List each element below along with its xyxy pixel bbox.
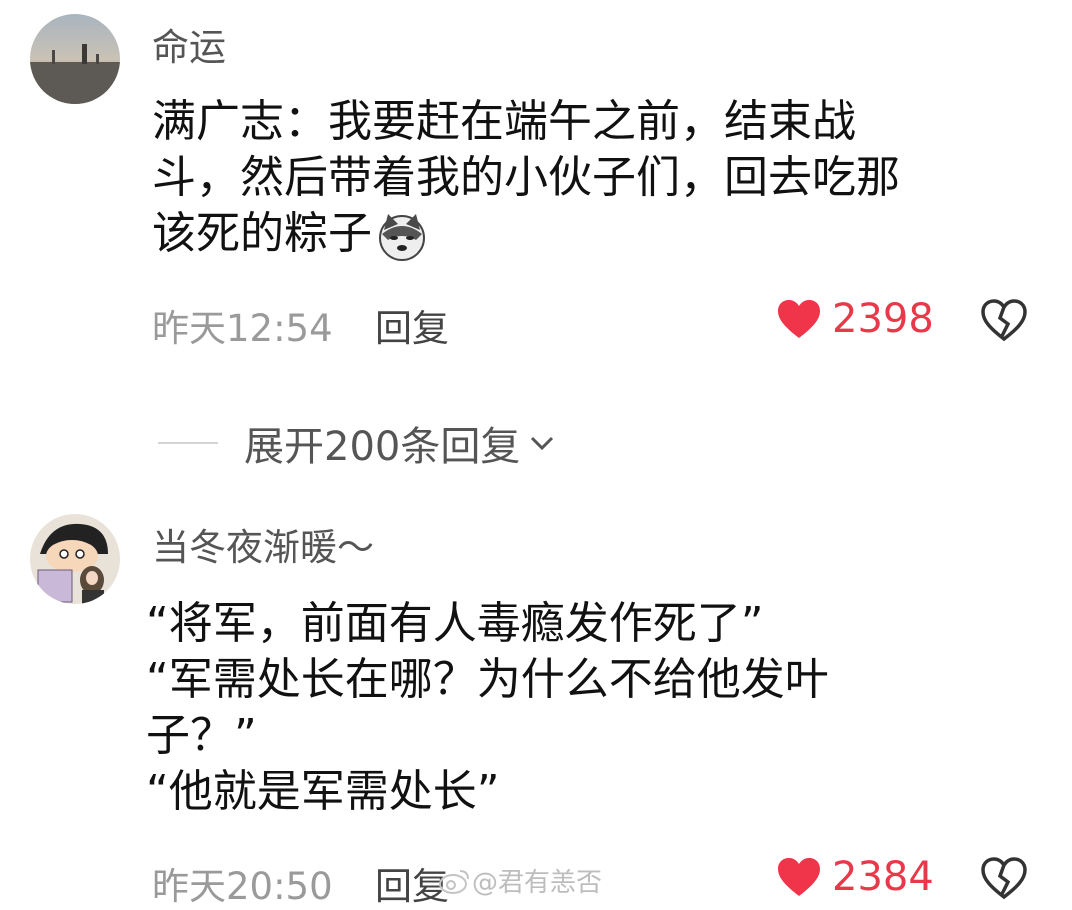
broken-heart-icon[interactable] <box>980 298 1028 342</box>
comment-timestamp: 昨天12:54 <box>152 307 333 350</box>
comment-line: 子？” <box>146 710 257 761</box>
comment-line: 满广志：我要赶在端午之前，结束战 <box>152 96 856 147</box>
like-button[interactable]: 2398 <box>776 296 934 342</box>
reply-button[interactable]: 回复 <box>375 298 449 352</box>
heart-icon <box>778 300 820 338</box>
comment-line: 斗，然后带着我的小伙子们，回去吃那 <box>152 152 900 203</box>
avatar-comment-2[interactable] <box>30 514 120 604</box>
heart-icon <box>778 858 820 896</box>
expand-replies-button[interactable]: 展开200条回复 <box>158 414 556 472</box>
comment-username[interactable]: 命运 <box>152 26 226 70</box>
weibo-logo-icon <box>439 869 469 894</box>
husky-dog-emoji-icon <box>379 214 425 261</box>
comment-timestamp: 昨天20:50 <box>152 865 333 908</box>
like-button[interactable]: 2384 <box>776 854 934 900</box>
comment-line: “军需处长在哪？为什么不给他发叶 <box>146 654 829 705</box>
comment-line-text: 该死的粽子 <box>152 208 372 259</box>
comment-line: “他就是军需处长” <box>146 766 500 817</box>
avatar-comment-1[interactable] <box>30 14 120 104</box>
like-count: 2398 <box>832 296 934 342</box>
like-count: 2384 <box>832 854 934 900</box>
watermark-text: @君有恙否 <box>472 868 603 898</box>
chevron-down-icon <box>531 436 554 451</box>
expand-replies-label: 展开200条回复 <box>244 424 521 470</box>
comment-body: “将军，前面有人毒瘾发作死了” “军需处长在哪？为什么不给他发叶 子？” “他就… <box>146 596 1026 820</box>
comment-line-last: 该死的粽子 <box>152 206 1032 262</box>
comment-body: 满广志：我要赶在端午之前，结束战 斗，然后带着我的小伙子们，回去吃那 该死的粽子 <box>152 94 1032 262</box>
broken-heart-icon[interactable] <box>980 856 1028 900</box>
watermark: @君有恙否 <box>438 862 602 899</box>
divider-line <box>158 442 218 444</box>
comment-line: “将军，前面有人毒瘾发作死了” <box>146 598 764 649</box>
comment-username[interactable]: 当冬夜渐暖～ <box>152 526 374 570</box>
